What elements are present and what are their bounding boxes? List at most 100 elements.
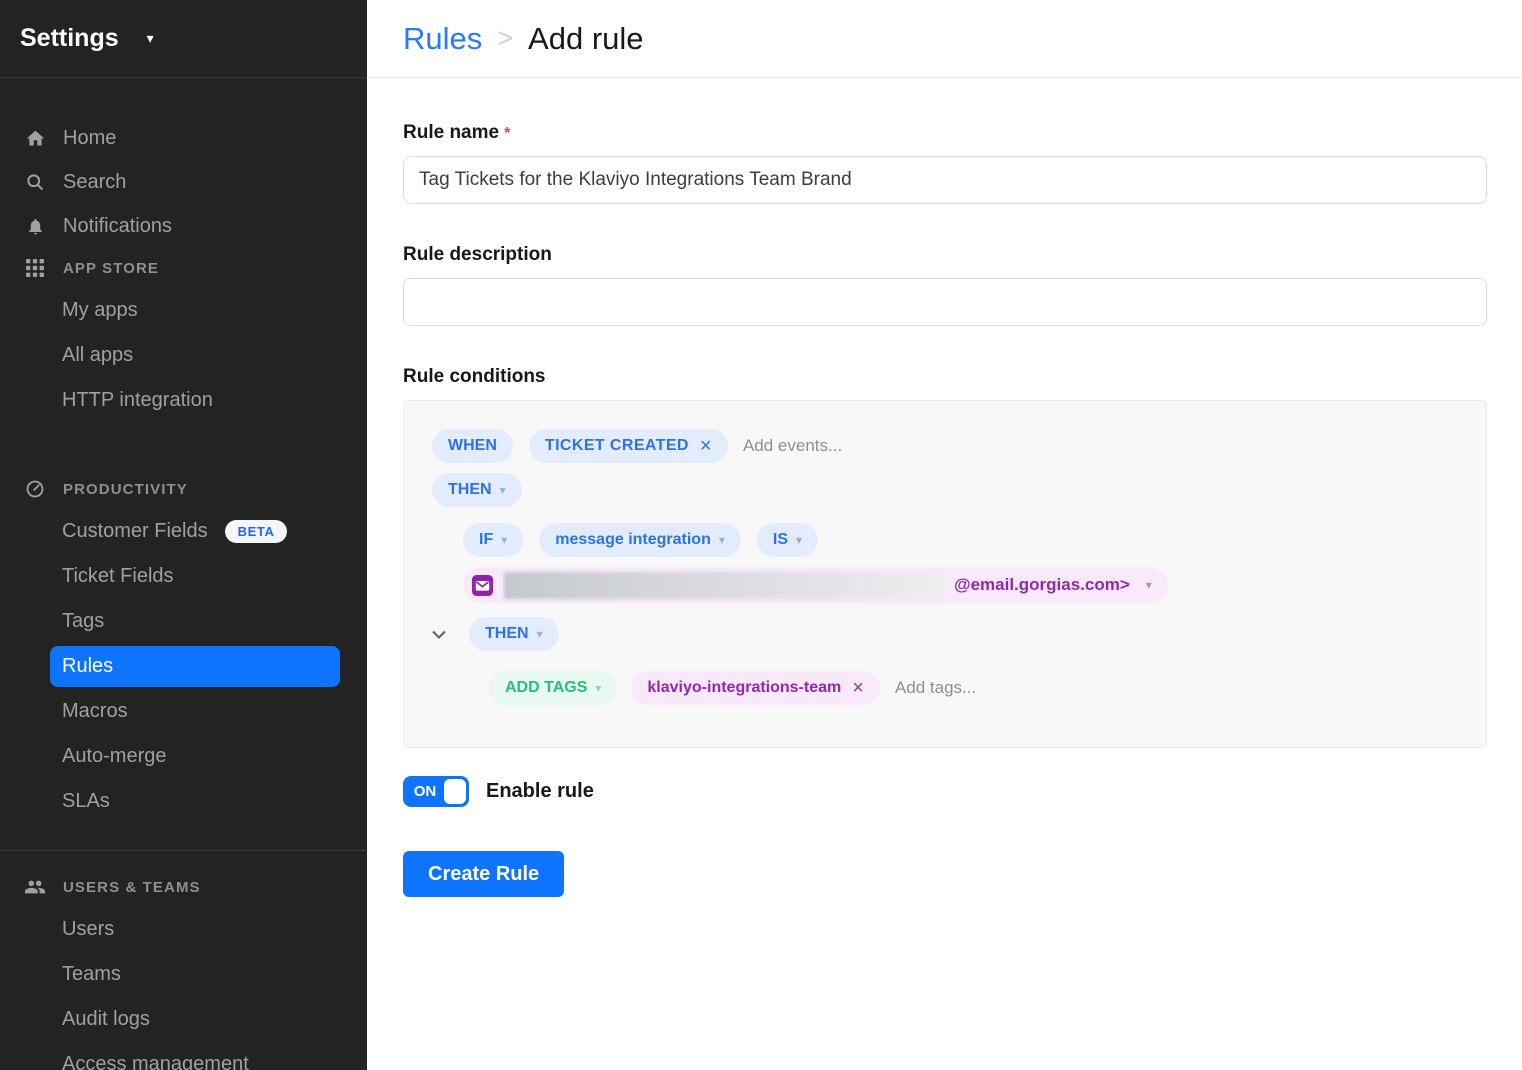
sidebar-item-notifications[interactable]: Notifications bbox=[0, 204, 367, 248]
create-rule-button[interactable]: Create Rule bbox=[403, 851, 564, 897]
sidebar-item-ticket-fields[interactable]: Ticket Fields bbox=[0, 554, 367, 599]
sidebar-item-label: Auto-merge bbox=[62, 745, 167, 768]
sidebar-item-all-apps[interactable]: All apps bbox=[0, 333, 367, 378]
page-title: Add rule bbox=[528, 21, 643, 57]
add-events-input[interactable]: Add events... bbox=[743, 436, 842, 456]
sidebar-item-http-integration[interactable]: HTTP integration bbox=[0, 378, 367, 423]
sidebar-item-label: Teams bbox=[62, 963, 121, 986]
sidebar-item-label: Search bbox=[63, 171, 126, 194]
sidebar-item-label: Notifications bbox=[63, 215, 172, 238]
event-chip-ticket-created[interactable]: TICKET CREATED × bbox=[529, 429, 728, 463]
toggle-knob bbox=[444, 779, 466, 804]
sidebar-title: Settings bbox=[20, 24, 119, 53]
sidebar-header[interactable]: Settings ▾ bbox=[0, 0, 367, 78]
then-label: THEN bbox=[448, 481, 492, 499]
caret-down-icon: ▾ bbox=[500, 483, 506, 497]
rule-name-input[interactable] bbox=[403, 156, 1487, 204]
if-label: IF bbox=[479, 531, 493, 549]
sidebar-item-home[interactable]: Home bbox=[0, 116, 367, 160]
sidebar-item-auto-merge[interactable]: Auto-merge bbox=[0, 734, 367, 779]
sidebar-item-label: SLAs bbox=[62, 790, 110, 813]
sidebar-item-label: Tags bbox=[62, 610, 104, 633]
breadcrumb-separator-icon: > bbox=[497, 23, 513, 54]
sidebar-item-macros[interactable]: Macros bbox=[0, 689, 367, 734]
sidebar-item-access-management[interactable]: Access management bbox=[0, 1042, 367, 1070]
rule-conditions-label: Rule conditions bbox=[403, 366, 1487, 388]
then2-keyword-pill[interactable]: THEN ▾ bbox=[469, 617, 559, 651]
tag-chip-label: klaviyo-integrations-team bbox=[647, 679, 841, 697]
sidebar-item-slas[interactable]: SLAs bbox=[0, 779, 367, 824]
sidebar-item-label: My apps bbox=[62, 299, 138, 322]
operator-dropdown[interactable]: IS ▾ bbox=[757, 523, 818, 557]
sidebar-item-label: Users bbox=[62, 918, 114, 941]
integration-email-suffix: @email.gorgias.com> bbox=[954, 575, 1130, 595]
remove-tag-icon[interactable]: × bbox=[852, 678, 864, 698]
if-keyword-pill[interactable]: IF ▾ bbox=[463, 523, 523, 557]
sidebar-divider bbox=[0, 850, 367, 851]
then-keyword-pill[interactable]: THEN ▾ bbox=[432, 473, 522, 507]
sidebar-section-app-store[interactable]: APP STORE bbox=[0, 248, 367, 288]
sidebar-item-label: HTTP integration bbox=[62, 389, 213, 412]
redacted-integration-name bbox=[504, 572, 946, 599]
rule-description-label: Rule description bbox=[403, 244, 1487, 266]
remove-event-icon[interactable]: × bbox=[700, 436, 712, 456]
envelope-icon bbox=[472, 575, 493, 596]
breadcrumb-rules-link[interactable]: Rules bbox=[403, 21, 482, 57]
add-tags-input[interactable]: Add tags... bbox=[895, 678, 976, 698]
enable-rule-toggle[interactable]: ON bbox=[403, 776, 469, 807]
people-icon bbox=[24, 876, 46, 898]
tag-chip-klaviyo-integrations-team[interactable]: klaviyo-integrations-team × bbox=[631, 671, 880, 705]
sidebar-item-teams[interactable]: Teams bbox=[0, 952, 367, 997]
then-label: THEN bbox=[485, 625, 529, 643]
integration-value-chip[interactable]: @email.gorgias.com> ▾ bbox=[463, 567, 1168, 603]
collapse-chevron-icon[interactable] bbox=[432, 630, 446, 639]
chevron-down-icon: ▾ bbox=[147, 30, 154, 47]
sidebar-section-label: USERS & TEAMS bbox=[63, 879, 201, 896]
sidebar-item-users[interactable]: Users bbox=[0, 907, 367, 952]
event-chip-label: TICKET CREATED bbox=[545, 437, 689, 455]
rule-conditions-panel: WHEN TICKET CREATED × Add events... THEN… bbox=[403, 400, 1487, 748]
caret-down-icon: ▾ bbox=[719, 533, 725, 547]
enable-rule-label: Enable rule bbox=[486, 780, 594, 803]
sidebar-item-tags[interactable]: Tags bbox=[0, 599, 367, 644]
required-marker: * bbox=[504, 125, 510, 142]
condition-field-label: message integration bbox=[555, 531, 711, 549]
caret-down-icon: ▾ bbox=[537, 627, 543, 641]
sidebar-section-productivity[interactable]: PRODUCTIVITY bbox=[0, 469, 367, 509]
sidebar-item-label: Rules bbox=[62, 655, 113, 678]
when-keyword-pill[interactable]: WHEN bbox=[432, 429, 513, 463]
sidebar-item-search[interactable]: Search bbox=[0, 160, 367, 204]
toggle-state-label: ON bbox=[406, 783, 444, 800]
sidebar-item-label: All apps bbox=[62, 344, 133, 367]
add-tags-action-dropdown[interactable]: ADD TAGS ▾ bbox=[489, 671, 617, 705]
sidebar-section-label: PRODUCTIVITY bbox=[63, 481, 188, 498]
sidebar-section-label: APP STORE bbox=[63, 260, 159, 277]
caret-down-icon: ▾ bbox=[501, 533, 507, 547]
rule-description-input[interactable] bbox=[403, 278, 1487, 326]
rule-name-label: Rule name bbox=[403, 122, 499, 143]
sidebar-item-audit-logs[interactable]: Audit logs bbox=[0, 997, 367, 1042]
caret-down-icon: ▾ bbox=[796, 533, 802, 547]
speedometer-icon bbox=[24, 478, 46, 500]
when-label: WHEN bbox=[448, 437, 497, 455]
sidebar-item-rules[interactable]: Rules bbox=[50, 646, 340, 687]
caret-down-icon: ▾ bbox=[595, 681, 601, 695]
sidebar-item-label: Macros bbox=[62, 700, 128, 723]
grid-icon bbox=[24, 257, 46, 279]
sidebar-item-label: Ticket Fields bbox=[62, 565, 174, 588]
caret-down-icon: ▾ bbox=[1146, 578, 1152, 592]
sidebar-section-users-teams[interactable]: USERS & TEAMS bbox=[0, 867, 367, 907]
sidebar-item-label: Home bbox=[63, 127, 116, 150]
beta-badge: BETA bbox=[225, 520, 288, 543]
settings-sidebar: Settings ▾ Home Search Notifications bbox=[0, 0, 367, 1070]
rule-name-label-row: Rule name * bbox=[403, 122, 1487, 144]
main-panel: Rules > Add rule Rule name * Rule descrip… bbox=[367, 0, 1522, 1070]
sidebar-item-label: Audit logs bbox=[62, 1008, 150, 1031]
home-icon bbox=[24, 127, 46, 149]
sidebar-item-label: Access management bbox=[62, 1053, 249, 1070]
sidebar-item-my-apps[interactable]: My apps bbox=[0, 288, 367, 333]
add-tags-action-label: ADD TAGS bbox=[505, 679, 587, 697]
condition-field-dropdown[interactable]: message integration ▾ bbox=[539, 523, 741, 557]
operator-label: IS bbox=[773, 531, 788, 549]
sidebar-item-customer-fields[interactable]: Customer Fields BETA bbox=[0, 509, 367, 554]
